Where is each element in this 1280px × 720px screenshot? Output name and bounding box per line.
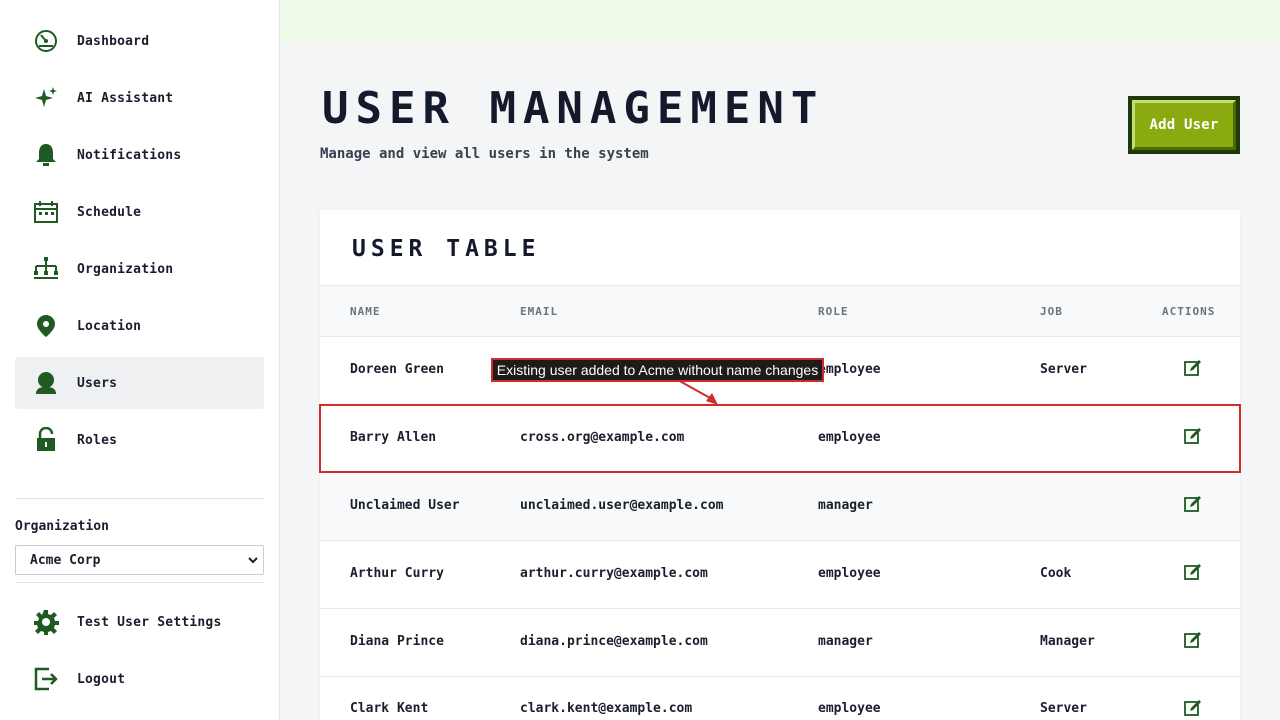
- cell-role: manager: [818, 634, 873, 649]
- sidebar-nav: Dashboard AI Assistant Notifications Sch…: [15, 0, 264, 496]
- cell-email: cross.org@example.com: [520, 430, 685, 445]
- dashboard-icon: [30, 25, 62, 57]
- sidebar-item-label: Roles: [77, 432, 118, 448]
- user-table-card: User Table Name Email Role Job Actions D…: [320, 210, 1240, 720]
- add-user-button-label: Add User: [1132, 100, 1236, 150]
- sidebar-divider: [15, 498, 264, 499]
- edit-icon[interactable]: [1182, 629, 1204, 651]
- add-user-button[interactable]: Add User: [1128, 96, 1240, 154]
- sidebar-item-location[interactable]: Location: [15, 300, 264, 352]
- page-title: User Management: [322, 83, 825, 134]
- cell-role: employee: [818, 566, 881, 581]
- cell-job: Manager: [1040, 634, 1095, 649]
- top-banner: [281, 0, 1280, 41]
- cell-role: manager: [818, 498, 873, 513]
- sidebar-item-users[interactable]: Users: [15, 357, 264, 409]
- edit-icon[interactable]: [1182, 493, 1204, 515]
- cell-name: Barry Allen: [350, 430, 437, 445]
- table-row: Clark Kent clark.kent@example.com employ…: [320, 677, 1240, 720]
- cell-job: Cook: [1040, 566, 1072, 581]
- cell-role: employee: [818, 701, 881, 716]
- cell-job: Server: [1040, 701, 1087, 716]
- column-header-job: Job: [1040, 305, 1063, 318]
- cell-email: diana.prince@example.com: [520, 634, 708, 649]
- column-header-role: Role: [818, 305, 849, 318]
- table-header: Name Email Role Job Actions: [320, 285, 1240, 337]
- cell-job: Server: [1040, 362, 1087, 377]
- sidebar-item-logout[interactable]: Logout: [15, 653, 264, 705]
- sidebar-item-label: Dashboard: [77, 33, 150, 49]
- cell-role: employee: [818, 362, 881, 377]
- sidebar-item-schedule[interactable]: Schedule: [15, 186, 264, 238]
- edit-icon[interactable]: [1182, 357, 1204, 379]
- cell-email: unclaimed.user@example.com: [520, 498, 724, 513]
- organization-select[interactable]: Acme Corp: [15, 545, 264, 575]
- cell-name: Unclaimed User: [350, 498, 460, 513]
- cell-role: employee: [818, 430, 881, 445]
- edit-icon[interactable]: [1182, 561, 1204, 583]
- logout-icon: [30, 663, 62, 695]
- org-label: Organization: [15, 519, 109, 534]
- bell-icon: [30, 139, 62, 171]
- table-title: User Table: [352, 236, 541, 262]
- partial-icon: [30, 481, 62, 496]
- sidebar-item-label: Test User Settings: [77, 614, 222, 630]
- column-header-name: Name: [350, 305, 381, 318]
- sidebar-item-notifications[interactable]: Notifications: [15, 129, 264, 181]
- sidebar-item-partial[interactable]: [15, 471, 264, 496]
- gear-icon: [30, 606, 62, 638]
- page-subtitle: Manage and view all users in the system: [320, 146, 649, 162]
- cell-name: Doreen Green: [350, 362, 444, 377]
- lock-icon: [30, 424, 62, 456]
- table-row: Arthur Curry arthur.curry@example.com em…: [320, 541, 1240, 609]
- sidebar-item-roles[interactable]: Roles: [15, 414, 264, 466]
- cell-email: clark.kent@example.com: [520, 701, 693, 716]
- column-header-email: Email: [520, 305, 559, 318]
- sidebar-item-dashboard[interactable]: Dashboard: [15, 15, 264, 67]
- column-header-actions: Actions: [1162, 305, 1216, 318]
- cell-email: arthur.curry@example.com: [520, 566, 708, 581]
- annotation-callout: Existing user added to Acme without name…: [491, 358, 824, 382]
- sidebar-item-label: Organization: [77, 261, 174, 277]
- org-selected-value: Acme Corp: [30, 552, 101, 568]
- user-icon: [30, 367, 62, 399]
- table-row: Unclaimed User unclaimed.user@example.co…: [320, 473, 1240, 541]
- cell-name: Clark Kent: [350, 701, 429, 716]
- calendar-icon: [30, 196, 62, 228]
- map-pin-icon: [30, 310, 62, 342]
- chevron-down-icon: [248, 557, 258, 564]
- sidebar-item-label: Schedule: [77, 204, 142, 220]
- sparkle-icon: [30, 82, 62, 114]
- table-row: Diana Prince diana.prince@example.com ma…: [320, 609, 1240, 677]
- sidebar-item-label: Notifications: [77, 147, 182, 163]
- sidebar-item-ai-assistant[interactable]: AI Assistant: [15, 72, 264, 124]
- sidebar-item-label: Location: [77, 318, 142, 334]
- sidebar-item-organization[interactable]: Organization: [15, 243, 264, 295]
- sidebar-item-test-user-settings[interactable]: Test User Settings: [15, 596, 264, 648]
- sidebar-item-label: Logout: [77, 671, 126, 687]
- sidebar-divider: [15, 582, 264, 583]
- org-chart-icon: [30, 253, 62, 285]
- sidebar-item-label: Users: [77, 375, 118, 391]
- sidebar-item-label: AI Assistant: [77, 90, 174, 106]
- sidebar: Dashboard AI Assistant Notifications Sch…: [0, 0, 280, 720]
- cell-name: Diana Prince: [350, 634, 444, 649]
- cell-name: Arthur Curry: [350, 566, 444, 581]
- table-row: Barry Allen cross.org@example.com employ…: [320, 405, 1240, 473]
- edit-icon[interactable]: [1182, 697, 1204, 719]
- edit-icon[interactable]: [1182, 425, 1204, 447]
